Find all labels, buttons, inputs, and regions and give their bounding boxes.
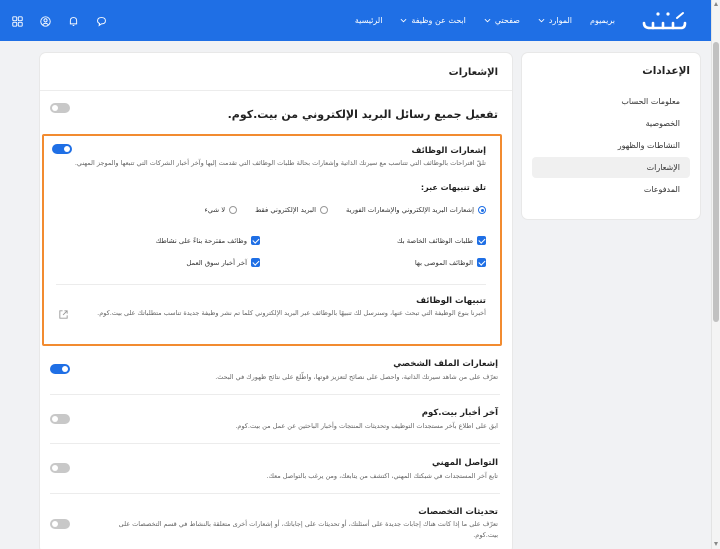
radio-dot[interactable] [478,206,486,214]
bayt-news-desc: ابق على اطلاع بآخر مستجدات التوظيف وتحدي… [235,422,498,430]
radio-email-and-push[interactable]: إشعارات البريد الإلكتروني والإشعارات الف… [346,206,486,214]
nav-find-job-label: ابحث عن وظيفة [411,16,466,25]
check-recommended-jobs[interactable]: الوظائف الموصى بها [415,258,486,267]
master-email-label: تفعيل جميع رسائل البريد الإلكتروني من بي… [227,108,498,121]
profile-notifications-title: إشعارات الملف الشخصي [393,359,498,369]
sidebar-item-privacy[interactable]: الخصوصية [532,113,690,134]
nav-resources[interactable]: الموارد [538,16,572,25]
nav-my-page[interactable]: صفحتي [484,16,520,25]
job-notifications-desc: تلقّ اقتراحات بالوظائف التي تتناسب مع سي… [74,159,486,167]
nav-premium-label: بريميوم [590,16,615,25]
nav-find-job[interactable]: ابحث عن وظيفة [400,16,466,25]
sidebar-title: الإعدادات [642,65,690,77]
scroll-down-arrow-icon[interactable] [714,542,718,546]
chevron-down-icon [400,18,407,23]
checkbox-label: وظائف مقترحة بناءً على نشاطك [155,236,247,245]
check-your-applications[interactable]: طلبات الوظائف الخاصة بك [397,236,486,245]
specialties-title: تحديثات التخصصات [418,507,498,517]
master-email-toggle[interactable] [50,103,70,113]
bayt-logo[interactable] [641,9,687,31]
chevron-down-icon [538,18,545,23]
row-divider [50,394,500,395]
radio-dot[interactable] [320,206,329,214]
checkbox[interactable] [477,236,486,245]
job-notifications-toggle[interactable] [52,144,72,154]
specialties-desc: تعرّف على ما إذا كانت هناك إجابات جديدة … [118,520,498,539]
bayt-news-title: آخر أخبار بيت.كوم [421,408,498,418]
scroll-up-arrow-icon[interactable] [714,2,718,6]
page-title: الإشعارات [448,67,498,78]
page-scrollbar[interactable] [711,0,720,549]
check-market-news[interactable]: آخر أخبار سوق العمل [186,258,260,267]
networking-toggle[interactable] [50,463,70,473]
settings-sidebar: الإعدادات معلومات الحساب الخصوصية النشاط… [522,53,700,219]
row-divider [50,443,500,444]
radio-dot[interactable] [229,206,238,214]
delivery-radio-group: إشعارات البريد الإلكتروني والإشعارات الف… [205,206,486,214]
nav-home[interactable]: الرئيسية [355,16,383,25]
profile-notifications-desc: تعرّف على من شاهد سيرتك الذاتية، واحصل ع… [215,373,498,381]
networking-title: التواصل المهني [431,458,498,468]
bell-icon[interactable] [68,12,82,26]
external-link-icon[interactable] [58,309,69,320]
networking-desc: تابع آخر المستجدات في شبكتك المهني، اكتش… [266,472,498,480]
job-alerts-desc: أخبرنا بنوع الوظيفة التي تبحث عنها، وسنر… [97,309,486,317]
profile-notifications-toggle[interactable] [50,364,70,374]
radio-label: البريد الإلكتروني فقط [255,206,317,214]
nav-resources-label: الموارد [548,16,572,25]
radio-none[interactable]: لا شيء [205,206,238,214]
chevron-down-icon [484,18,491,23]
checkbox-label: طلبات الوظائف الخاصة بك [397,236,473,245]
nav-my-page-label: صفحتي [494,16,520,25]
scrollbar-thumb[interactable] [713,42,719,322]
row-divider [50,493,500,494]
bayt-news-toggle[interactable] [50,414,70,424]
sidebar-item-activity[interactable]: النشاطات والظهور [532,135,690,156]
radio-email-only[interactable]: البريد الإلكتروني فقط [255,206,329,214]
sidebar-item-payments[interactable]: المدفوعات [532,179,690,200]
nav-premium[interactable]: بريميوم [590,16,615,25]
radio-label: إشعارات البريد الإلكتروني والإشعارات الف… [346,206,474,214]
checkbox[interactable] [477,258,486,267]
job-notifications-title: إشعارات الوظائف [411,146,486,156]
specialties-toggle[interactable] [50,519,70,529]
job-notifications-highlight: إشعارات الوظائف تلقّ اقتراحات بالوظائف ا… [42,134,502,346]
checkbox[interactable] [251,258,260,267]
checkbox-label: آخر أخبار سوق العمل [186,258,247,267]
top-navigation-bar: الرئيسية ابحث عن وظيفة صفحتي الموارد بري… [0,0,711,41]
receive-via-title: تلق تنبيهات عبر: [420,183,486,192]
job-alerts-title: تنبيهات الوظائف [416,296,486,306]
top-icon-group [12,12,110,27]
checkbox-label: الوظائف الموصى بها [414,258,473,267]
sidebar-item-notifications[interactable]: الإشعارات [532,157,690,178]
chat-icon[interactable] [96,12,110,27]
check-suggested-jobs[interactable]: وظائف مقترحة بناءً على نشاطك [156,236,260,245]
checkbox[interactable] [251,236,260,245]
grid-icon[interactable] [12,12,26,27]
section-divider [56,284,486,285]
sidebar-item-account-info[interactable]: معلومات الحساب [532,91,690,112]
main-nav: الرئيسية ابحث عن وظيفة صفحتي الموارد بري… [355,0,615,41]
radio-label: لا شيء [204,206,226,214]
user-circle-icon[interactable] [40,12,54,27]
notifications-panel: الإشعارات تفعيل جميع رسائل البريد الإلكت… [40,53,512,549]
header-divider [40,90,512,91]
nav-home-label: الرئيسية [354,16,383,25]
